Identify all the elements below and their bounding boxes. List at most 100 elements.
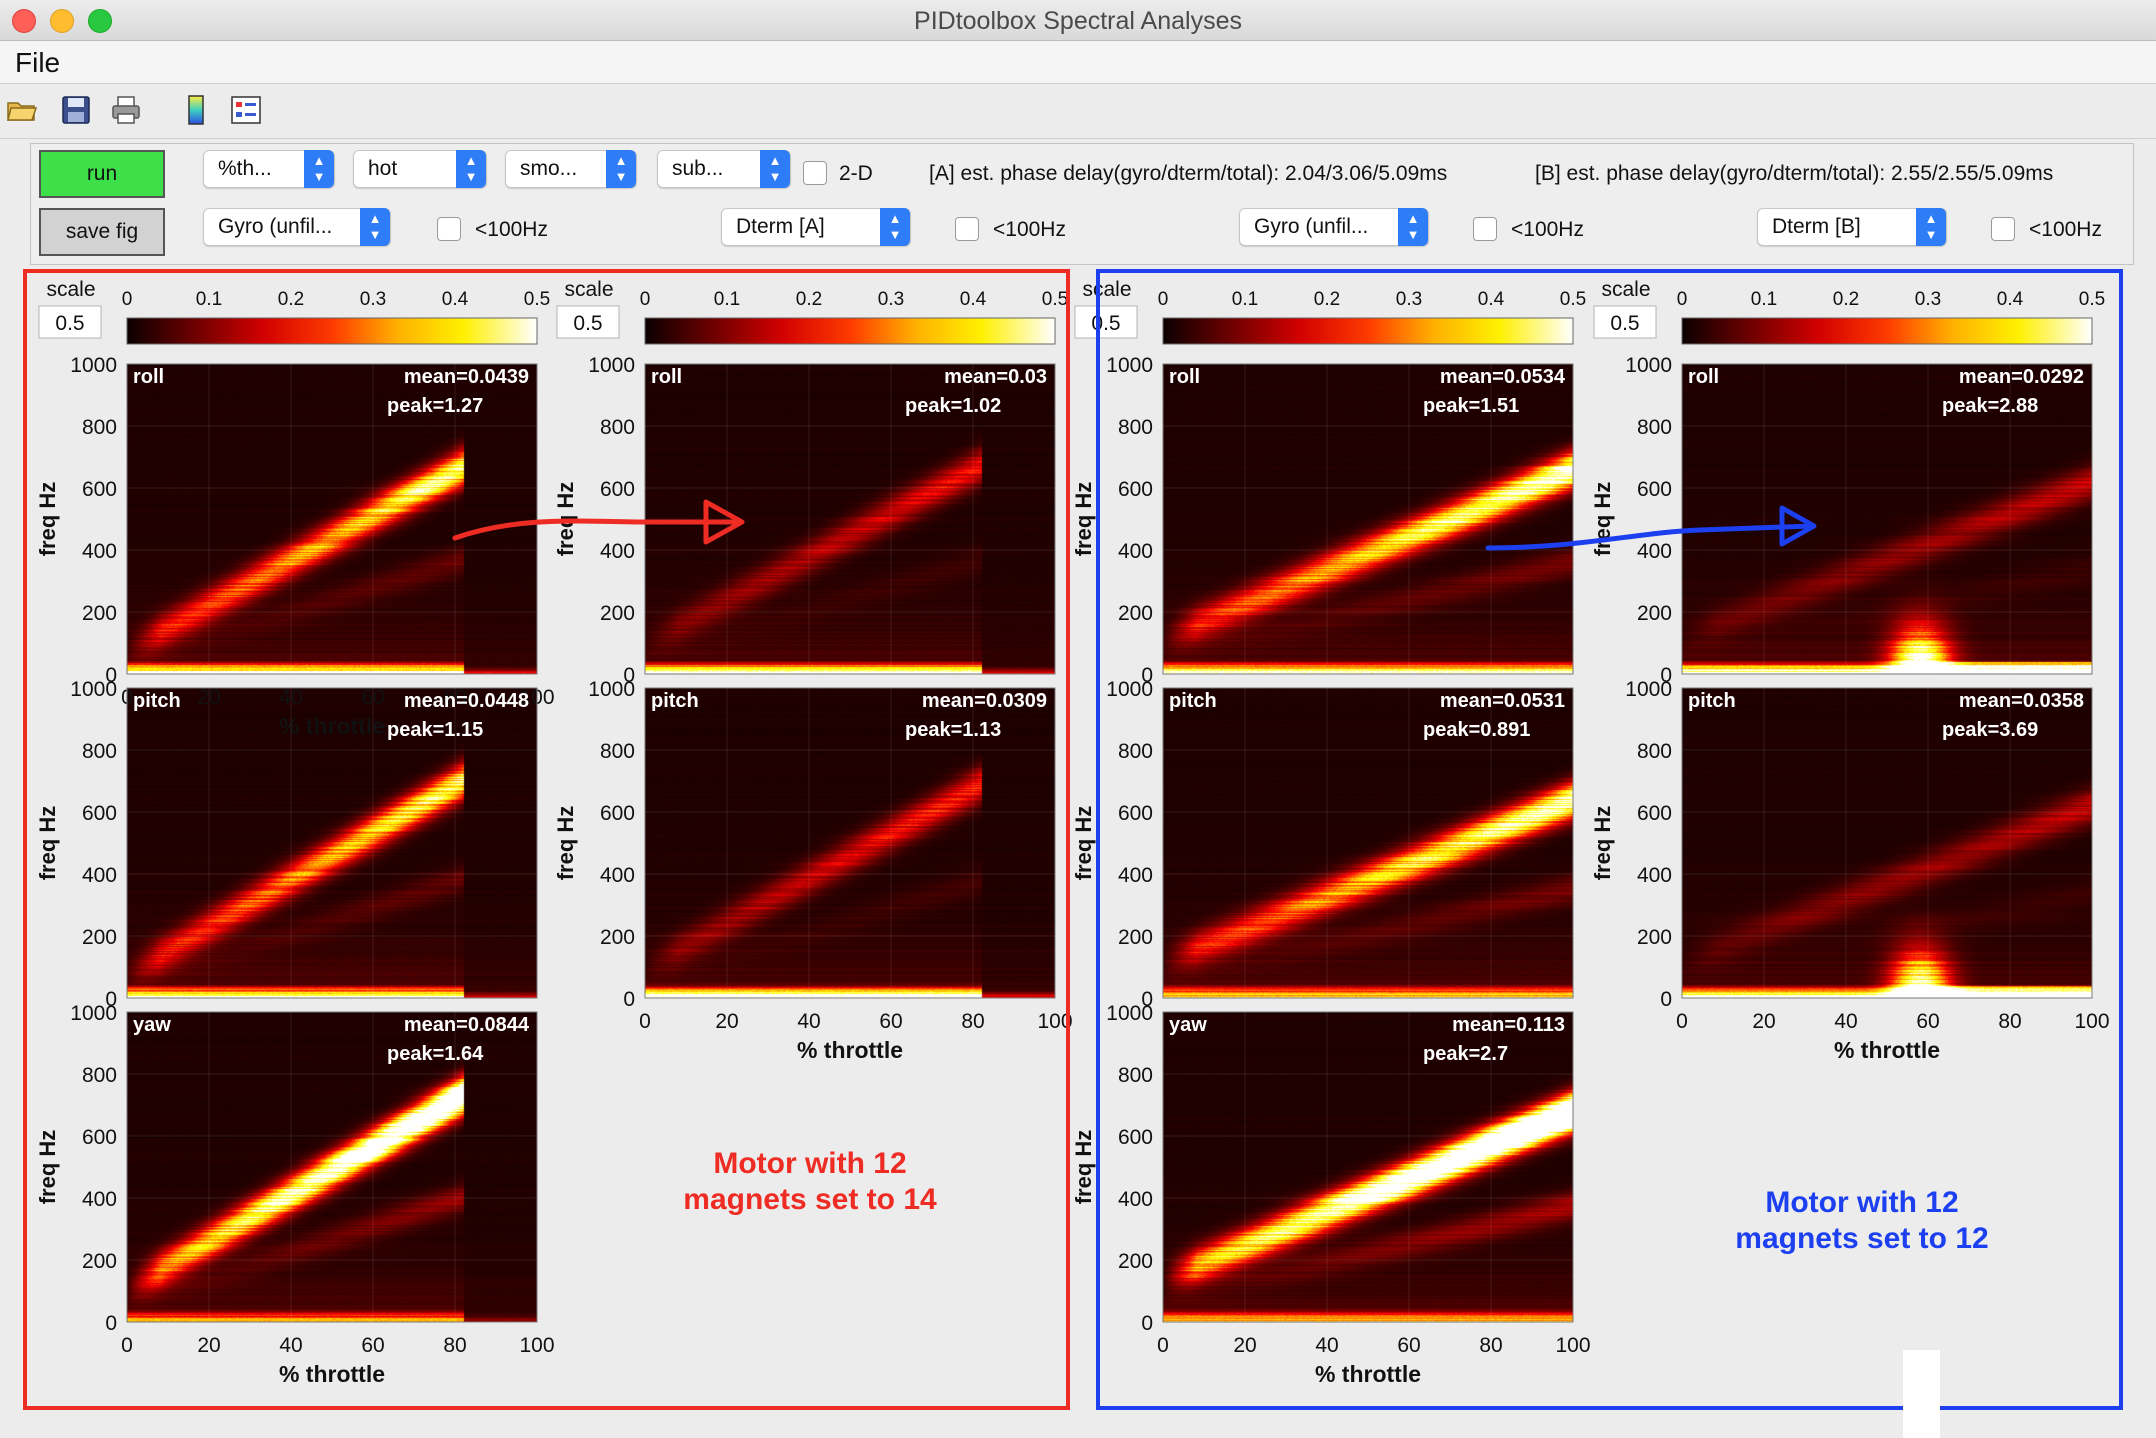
y-tick-label: 1000 — [588, 354, 635, 377]
y-axis-label: freq Hz — [1590, 482, 1615, 557]
y-tick-label: 600 — [82, 1126, 117, 1149]
annotation-red: Motor with 12 magnets set to 14 — [640, 1146, 980, 1218]
colorbar-tick-label: 0 — [1677, 289, 1688, 310]
axes-B-gyro-roll: 10008006004002000freq Hzroll mean=0.0534p… — [1071, 354, 1574, 687]
axis-name-label: pitch — [651, 690, 699, 712]
y-tick-label: 200 — [82, 1250, 117, 1273]
colorbar-tick-label: 0.3 — [878, 289, 904, 310]
y-tick-label: 1000 — [70, 354, 117, 377]
peak-label: peak=1.64 — [387, 1043, 484, 1065]
axes-B-dterm-roll: 10008006004002000freq Hzroll mean=0.0292p… — [1590, 354, 2093, 687]
colorbar-gradient — [126, 317, 538, 345]
x-tick-label: 40 — [279, 1334, 302, 1357]
y-tick-label: 800 — [1118, 740, 1153, 763]
scale-input-value: 0.5 — [1091, 312, 1120, 335]
axis-name-label: pitch — [1688, 690, 1736, 712]
mean-label: mean=0.0309 — [922, 690, 1047, 712]
peak-label: peak=1.13 — [905, 719, 1001, 741]
annotation-blue-line2: magnets set to 12 — [1735, 1222, 1989, 1255]
y-tick-label: 800 — [82, 1064, 117, 1087]
scale-input-value: 0.5 — [573, 312, 602, 335]
y-tick-label: 200 — [1637, 602, 1672, 625]
x-tick-label: 20 — [197, 1334, 220, 1357]
peak-label: peak=1.02 — [905, 395, 1001, 417]
y-tick-label: 800 — [1118, 1064, 1153, 1087]
y-axis-label: freq Hz — [1071, 1130, 1096, 1205]
peak-label: peak=3.69 — [1942, 719, 2038, 741]
x-tick-label: 0 — [639, 1010, 651, 1033]
x-tick-label: 40 — [1315, 1334, 1338, 1357]
axes-frame — [1162, 1011, 1574, 1323]
peak-label: peak=1.27 — [387, 395, 483, 417]
y-tick-label: 0 — [1660, 988, 1672, 1011]
red-arrow — [452, 499, 745, 545]
colorbar-tick-label: 0 — [1158, 289, 1169, 310]
mean-label: mean=0.0448 — [404, 690, 529, 712]
x-tick-label: 40 — [797, 1010, 820, 1033]
y-axis-label: freq Hz — [1071, 482, 1096, 557]
y-tick-label: 0 — [105, 1312, 117, 1335]
colorbar-tick-label: 0.1 — [1751, 289, 1777, 310]
x-tick-label: 100 — [2074, 1010, 2109, 1033]
y-tick-label: 400 — [1637, 864, 1672, 887]
y-tick-label: 0 — [623, 988, 635, 1011]
scale-label: scale — [1601, 278, 1650, 301]
x-axis-label: % throttle — [1315, 1361, 1421, 1387]
x-tick-label: 0 — [1157, 1334, 1169, 1357]
y-axis-label: freq Hz — [35, 806, 60, 881]
colorbar-tick-label: 0.4 — [960, 289, 987, 310]
axis-name-label: roll — [651, 366, 682, 388]
annotation-red-line2: magnets set to 14 — [683, 1183, 937, 1216]
axis-name-label: pitch — [1169, 690, 1217, 712]
y-axis-label: freq Hz — [1071, 806, 1096, 881]
axis-name-label: yaw — [1169, 1014, 1207, 1036]
colorbar-col4: 0 0.1 0.2 0.3 0.4 0.5 scale 0.5 — [1593, 278, 2105, 345]
x-tick-label: 20 — [715, 1010, 738, 1033]
colorbar-tick-label: 0.2 — [1833, 289, 1859, 310]
y-tick-label: 400 — [82, 540, 117, 563]
x-tick-label: 60 — [879, 1010, 902, 1033]
y-tick-label: 800 — [600, 740, 635, 763]
y-tick-label: 200 — [1637, 926, 1672, 949]
axis-name-label: roll — [1688, 366, 1719, 388]
colorbar-tick-label: 0.5 — [524, 289, 550, 310]
mean-label: mean=0.0358 — [1959, 690, 2084, 712]
x-tick-label: 0 — [1676, 1010, 1688, 1033]
colorbar-tick-label: 0.5 — [2079, 289, 2105, 310]
x-tick-label: 100 — [519, 1334, 554, 1357]
y-tick-label: 1000 — [70, 1002, 117, 1025]
colorbar-gradient — [644, 317, 1056, 345]
axes-B-dterm-pitch: 10008006004002000freq Hzpitch mean=0.0358… — [1590, 678, 2110, 1063]
y-tick-label: 1000 — [1106, 678, 1153, 701]
x-tick-label: 60 — [361, 1334, 384, 1357]
y-tick-label: 400 — [1118, 540, 1153, 563]
colorbar-tick-label: 0.4 — [1997, 289, 2024, 310]
y-tick-label: 400 — [600, 864, 635, 887]
y-tick-label: 600 — [1637, 478, 1672, 501]
y-tick-label: 600 — [82, 802, 117, 825]
scale-input-value: 0.5 — [55, 312, 84, 335]
mean-label: mean=0.113 — [1452, 1014, 1565, 1036]
x-tick-label: 40 — [1834, 1010, 1857, 1033]
colorbar-tick-label: 0.1 — [1232, 289, 1258, 310]
y-tick-label: 200 — [1118, 1250, 1153, 1273]
x-tick-label: 80 — [443, 1334, 466, 1357]
annotation-blue-line1: Motor with 12 — [1765, 1186, 1959, 1219]
colorbar-col1: 0 0.1 0.2 0.3 0.4 0.5 scale 0.5 — [38, 278, 550, 345]
colorbar-tick-label: 0.5 — [1560, 289, 1586, 310]
mean-label: mean=0.0844 — [404, 1014, 530, 1036]
peak-label: peak=1.51 — [1423, 395, 1519, 417]
annotation-blue: Motor with 12 magnets set to 12 — [1692, 1185, 2032, 1257]
colorbar-tick-label: 0 — [640, 289, 651, 310]
peak-label: peak=2.7 — [1423, 1043, 1508, 1065]
y-tick-label: 400 — [82, 1188, 117, 1211]
y-tick-label: 400 — [82, 864, 117, 887]
y-tick-label: 400 — [1118, 1188, 1153, 1211]
colorbar-tick-label: 0.2 — [278, 289, 304, 310]
x-tick-label: 20 — [1233, 1334, 1256, 1357]
y-axis-label: freq Hz — [553, 806, 578, 881]
peak-label: peak=1.15 — [387, 719, 483, 741]
scale-label: scale — [564, 278, 613, 301]
x-tick-label: 80 — [1479, 1334, 1502, 1357]
colorbar-col2: 0 0.1 0.2 0.3 0.4 0.5 scale 0.5 — [556, 278, 1068, 345]
